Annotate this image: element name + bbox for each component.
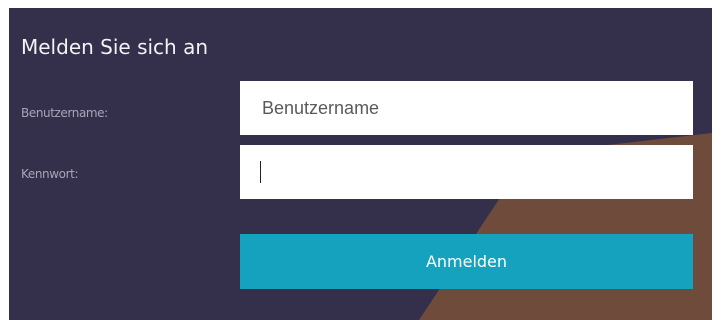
username-field[interactable]: Benutzername bbox=[240, 81, 693, 135]
username-value: Benutzername bbox=[262, 97, 380, 118]
password-field[interactable] bbox=[240, 145, 693, 199]
screen: Melden Sie sich an Benutzername: Benutze… bbox=[0, 0, 721, 320]
text-cursor bbox=[260, 161, 261, 183]
username-label: Benutzername: bbox=[21, 106, 108, 120]
login-button[interactable]: Anmelden bbox=[240, 234, 693, 289]
dialog-title: Melden Sie sich an bbox=[21, 35, 209, 59]
password-label: Kennwort: bbox=[21, 167, 79, 181]
login-dialog: Melden Sie sich an Benutzername: Benutze… bbox=[9, 8, 712, 320]
